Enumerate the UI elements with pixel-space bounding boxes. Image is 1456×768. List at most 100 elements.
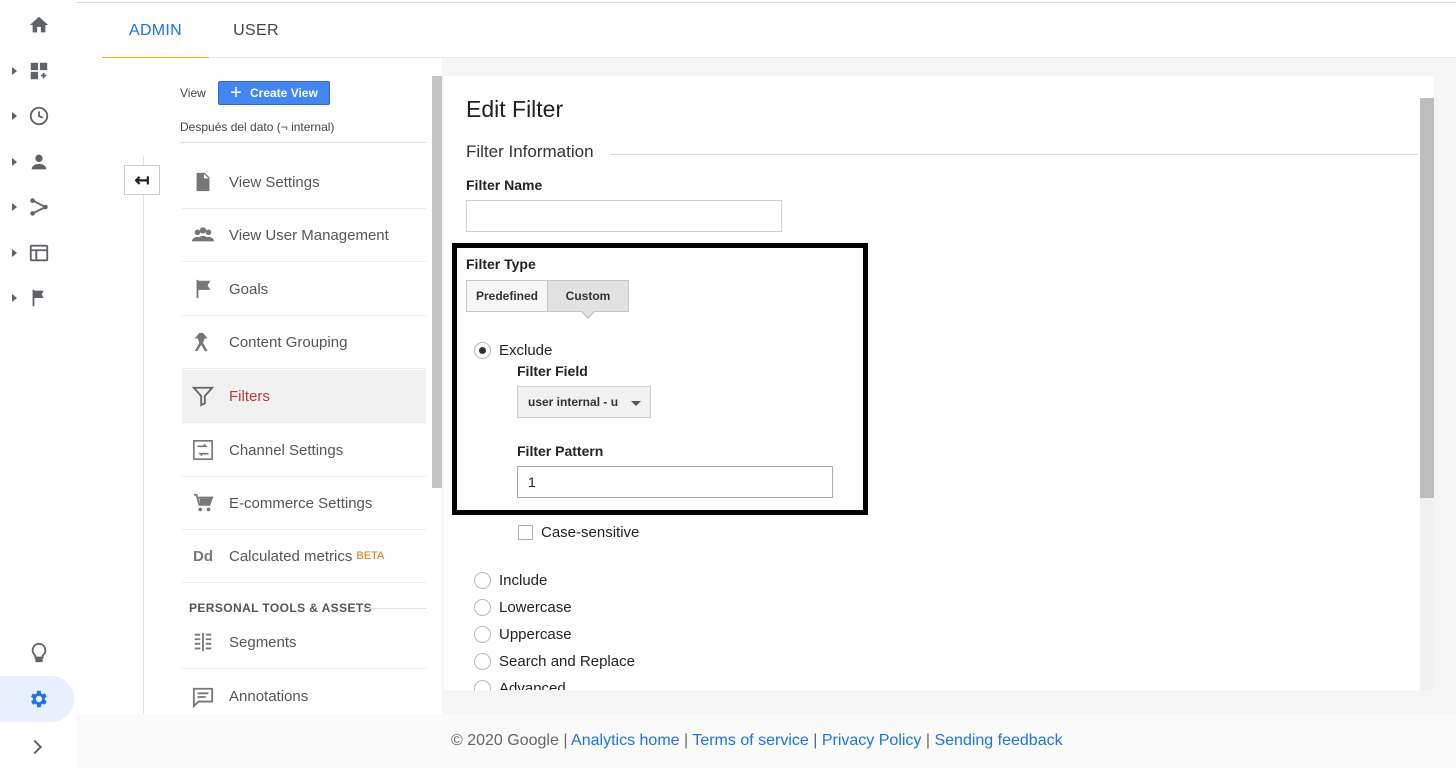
radio-advanced[interactable]: Advanced — [474, 678, 566, 690]
copyright: © 2020 Google — [451, 732, 559, 749]
separator: | — [925, 732, 931, 749]
checkbox-label: Case-sensitive — [541, 524, 640, 541]
view-label: View — [180, 86, 206, 100]
radio-label: Exclude — [499, 341, 553, 359]
filter-name-input[interactable] — [466, 200, 782, 232]
gear-icon — [31, 690, 47, 708]
menu-label: Content Grouping — [229, 333, 348, 351]
tab-admin[interactable]: ADMIN — [102, 4, 209, 59]
filter-field-label: Filter Field — [517, 363, 588, 379]
menu-item-goals[interactable]: Goals — [182, 263, 426, 316]
divider — [180, 142, 426, 143]
menu-item-ecommerce-settings[interactable]: E-commerce Settings — [182, 477, 426, 530]
menu-label: View Settings — [229, 173, 320, 191]
top-divider — [0, 2, 1456, 3]
beta-badge: BETA — [356, 550, 385, 562]
filter-pattern-input[interactable]: 1 — [517, 466, 833, 498]
radio-label: Search and Replace — [499, 652, 635, 670]
people-icon — [182, 224, 224, 246]
caret-right-icon — [12, 158, 17, 166]
menu-item-filters[interactable]: Filters — [182, 370, 426, 423]
back-arrow-icon: ↤ — [134, 169, 150, 190]
dropdown-arrow-icon — [631, 401, 641, 406]
content-grouping-icon — [182, 331, 224, 353]
case-sensitive-checkbox[interactable] — [518, 525, 533, 540]
radio-exclude[interactable]: Exclude — [474, 340, 552, 360]
menu-item-segments[interactable]: Segments — [182, 616, 426, 669]
radio-include[interactable]: Include — [474, 570, 547, 590]
radio-button[interactable] — [474, 341, 491, 359]
menu-item-content-grouping[interactable]: Content Grouping — [182, 316, 426, 369]
lightbulb-icon[interactable] — [28, 642, 50, 664]
radio-search-and-replace[interactable]: Search and Replace — [474, 651, 635, 671]
link-privacy-policy[interactable]: Privacy Policy — [822, 732, 922, 749]
link-terms-of-service[interactable]: Terms of service — [692, 732, 808, 749]
clipped-row: Advanced — [444, 678, 1420, 690]
menu-label: Filters — [229, 387, 270, 405]
rail-realtime[interactable] — [0, 98, 76, 134]
document-icon — [182, 171, 224, 193]
menu-label: Calculated metrics — [229, 547, 353, 565]
filter-field-select[interactable]: user internal - u — [517, 386, 651, 418]
rail-dashboards[interactable] — [0, 53, 76, 89]
create-view-button[interactable]: + Create View — [218, 81, 330, 105]
caret-right-icon — [12, 112, 17, 120]
divider — [610, 154, 1418, 155]
filter-type-label: Filter Type — [466, 256, 536, 272]
radio-label: Advanced — [499, 679, 566, 691]
tab-pointer — [581, 310, 595, 317]
filter-name-label: Filter Name — [466, 177, 543, 193]
radio-button[interactable] — [474, 652, 491, 670]
flag-icon — [182, 278, 224, 300]
filter-type-predefined[interactable]: Predefined — [466, 280, 548, 312]
rail-conversions[interactable] — [0, 280, 76, 316]
menu-item-view-settings[interactable]: View Settings — [182, 156, 426, 209]
filter-type-custom[interactable]: Custom — [547, 280, 629, 312]
link-sending-feedback[interactable]: Sending feedback — [934, 732, 1062, 749]
section-heading: Filter Information — [466, 142, 594, 161]
menu-item-calculated-metrics[interactable]: Dd Calculated metrics BETA — [182, 530, 426, 583]
caret-right-icon — [12, 203, 17, 211]
left-nav-rail — [0, 0, 76, 768]
chevron-right-icon[interactable] — [26, 736, 48, 758]
main-scrollbar-thumb[interactable] — [1420, 98, 1434, 498]
view-column-scrollbar[interactable] — [432, 76, 442, 488]
flag-icon — [32, 289, 44, 307]
menu-label: Channel Settings — [229, 441, 344, 459]
radio-button[interactable] — [474, 679, 491, 690]
dd-icon: Dd — [193, 547, 213, 565]
back-button[interactable]: ↤ — [124, 165, 160, 195]
menu-label: Annotations — [229, 688, 309, 705]
radio-label: Lowercase — [499, 598, 572, 616]
page: ADMIN USER View + Create View Después de… — [0, 0, 1456, 768]
menu-item-channel-settings[interactable]: Channel Settings — [182, 424, 426, 477]
radio-lowercase[interactable]: Lowercase — [474, 597, 572, 617]
dashboard-icon — [30, 62, 48, 80]
tab-user[interactable]: USER — [220, 4, 292, 58]
home-icon — [29, 16, 49, 33]
create-view-label: Create View — [250, 86, 318, 100]
radio-label: Include — [499, 571, 548, 589]
menu-label: Segments — [229, 633, 297, 651]
page-title: Edit Filter — [466, 96, 564, 122]
menu-label: E-commerce Settings — [229, 494, 373, 512]
filter-field-value: user internal - u — [528, 395, 619, 409]
link-analytics-home[interactable]: Analytics home — [571, 732, 680, 749]
separator: | — [813, 732, 818, 749]
person-icon — [31, 154, 47, 170]
radio-button[interactable] — [474, 571, 491, 589]
view-selector[interactable]: Después del dato (¬ internal) — [180, 120, 334, 134]
radio-uppercase[interactable]: Uppercase — [474, 624, 572, 644]
rail-audience[interactable] — [0, 144, 76, 180]
admin-gear-button[interactable] — [0, 676, 74, 722]
radio-button[interactable] — [474, 598, 491, 616]
rail-behavior[interactable] — [0, 235, 76, 271]
divider — [362, 608, 426, 609]
rail-acquisition[interactable] — [0, 189, 76, 225]
menu-item-view-user-management[interactable]: View User Management — [182, 209, 426, 262]
radio-button[interactable] — [474, 625, 491, 643]
rail-home[interactable] — [0, 7, 76, 43]
case-sensitive-option[interactable]: Case-sensitive — [518, 524, 639, 541]
channel-icon — [182, 439, 224, 461]
menu-label: View User Management — [229, 226, 389, 244]
